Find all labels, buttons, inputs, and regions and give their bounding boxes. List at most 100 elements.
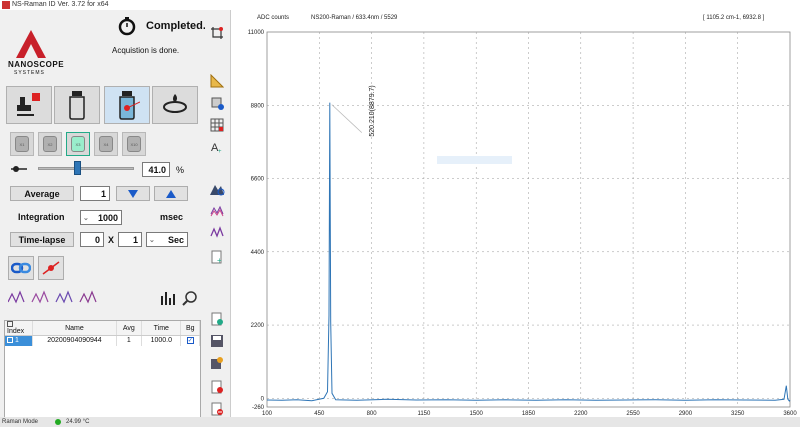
export-icon[interactable] bbox=[209, 356, 225, 370]
table-header-row: Index Name Avg Time Bg bbox=[5, 321, 200, 336]
paint-tool-icon[interactable] bbox=[209, 96, 225, 110]
open-file-icon[interactable] bbox=[209, 312, 225, 326]
row-index: 1 bbox=[14, 337, 19, 345]
y-axis-ticks: -260 0 2200 4400 6600 8800 11000 bbox=[248, 30, 265, 411]
triangle-down-icon bbox=[128, 189, 138, 198]
row-time: 1000.0 bbox=[141, 335, 182, 346]
average-decrement-button[interactable] bbox=[116, 186, 150, 201]
stopwatch-icon bbox=[118, 17, 136, 36]
spectrum-plot-panel: 100 450 800 1150 1500 1850 2200 2550 2900 3250 360… bbox=[230, 10, 800, 417]
average-button[interactable]: Average bbox=[10, 186, 74, 201]
select-all-checkbox[interactable] bbox=[7, 321, 13, 328]
app-icon bbox=[2, 1, 10, 9]
filter-x3[interactable]: X3 bbox=[66, 132, 90, 156]
crop-tool-icon[interactable] bbox=[209, 26, 225, 40]
spectrum-overlay-icon[interactable] bbox=[209, 204, 225, 218]
nanoscope-logo bbox=[16, 30, 46, 58]
chevron-down-icon: ⌄ bbox=[149, 236, 155, 244]
control-panel: Completed. Acquistion is done. NANOSCOPE… bbox=[0, 10, 206, 424]
status-state: Completed. bbox=[146, 20, 206, 32]
sample-vial-button[interactable] bbox=[104, 86, 150, 124]
triangle-up-icon bbox=[166, 189, 176, 198]
power-input[interactable]: 41.0 bbox=[142, 162, 170, 177]
laser-device-icon bbox=[17, 93, 40, 116]
spectrum-average-icon[interactable] bbox=[209, 226, 225, 240]
filter-x10[interactable]: X10 bbox=[122, 132, 146, 156]
integration-input[interactable]: ⌄ 1000 bbox=[80, 210, 122, 225]
ruler-tool-icon[interactable] bbox=[209, 74, 225, 88]
y-tick-label: 2200 bbox=[251, 323, 265, 329]
temperature-readout: 24.99 °C bbox=[66, 419, 90, 425]
title-bar: NS-Raman ID Ver. 3.72 for x64 bbox=[0, 0, 800, 10]
add-spectrum-icon[interactable]: + bbox=[209, 250, 225, 264]
timelapse-interval-input[interactable]: 1 bbox=[118, 232, 142, 247]
laser-device-button[interactable] bbox=[6, 86, 52, 124]
mode-label: Raman Mode bbox=[2, 419, 39, 425]
row-checkbox[interactable] bbox=[7, 337, 13, 344]
delete-spectrum-icon[interactable] bbox=[209, 380, 225, 394]
spectrum-mode-icons[interactable] bbox=[8, 290, 158, 306]
zoom-plot-icon[interactable] bbox=[182, 290, 198, 306]
filter-x4[interactable]: X4 bbox=[94, 132, 118, 156]
status-bar: Raman Mode 24.99 °C bbox=[0, 417, 800, 427]
y-tick-label: -260 bbox=[252, 405, 265, 411]
plot-toolbar: A + + bbox=[205, 10, 230, 417]
text-tool-icon[interactable]: A + bbox=[209, 140, 225, 154]
col-time-header: Time bbox=[141, 321, 182, 336]
clear-all-icon[interactable] bbox=[209, 402, 225, 416]
rotate-stage-icon bbox=[163, 94, 187, 113]
power-slider-thumb[interactable] bbox=[74, 161, 82, 175]
rotate-stage-button[interactable] bbox=[152, 86, 198, 124]
timelapse-count-input[interactable]: 0 bbox=[80, 232, 104, 247]
status-led-icon bbox=[55, 419, 61, 425]
window-title: NS-Raman ID Ver. 3.72 for x64 bbox=[12, 1, 109, 8]
filter-x2[interactable]: X2 bbox=[38, 132, 62, 156]
filter-x1[interactable]: X1 bbox=[10, 132, 34, 156]
power-slider-track[interactable] bbox=[38, 167, 134, 170]
sample-vial-laser-icon bbox=[119, 91, 140, 120]
col-avg-header: Avg bbox=[116, 321, 143, 336]
integration-label: Integration bbox=[18, 212, 65, 222]
power-unit: % bbox=[176, 165, 185, 175]
save-icon[interactable] bbox=[209, 334, 225, 348]
spectrum-chart[interactable]: 100 450 800 1150 1500 1850 2200 2550 2900 3250 360… bbox=[231, 10, 800, 417]
link-button[interactable] bbox=[8, 256, 34, 280]
empty-vial-button[interactable] bbox=[54, 86, 100, 124]
status-message: Acquistion is done. bbox=[112, 46, 180, 55]
timelapse-unit-select[interactable]: ⌄ Sec bbox=[146, 232, 188, 247]
chevron-down-icon: ⌄ bbox=[83, 214, 89, 222]
instrument-info: NS200-Raman / 633.4nm / 5529 bbox=[311, 15, 398, 21]
row-bg-checkbox[interactable]: ✓ bbox=[186, 337, 194, 345]
y-tick-label: 6600 bbox=[251, 177, 265, 183]
laser-beam-icon bbox=[42, 261, 60, 275]
average-increment-button[interactable] bbox=[154, 186, 188, 201]
integration-unit: msec bbox=[160, 212, 184, 222]
col-index-header: Index bbox=[7, 328, 25, 335]
bar-plot-icon[interactable] bbox=[160, 290, 176, 306]
peak-find-icon[interactable] bbox=[209, 182, 225, 196]
svg-text:+: + bbox=[218, 149, 222, 154]
y-tick-label: 0 bbox=[261, 396, 265, 402]
col-name-header: Name bbox=[32, 321, 117, 336]
timelapse-separator: X bbox=[108, 235, 115, 245]
y-tick-label: 8800 bbox=[251, 103, 265, 109]
row-avg: 1 bbox=[116, 335, 143, 346]
laser-fire-button[interactable] bbox=[38, 256, 64, 280]
link-icon bbox=[11, 262, 31, 274]
average-input[interactable]: 1 bbox=[80, 186, 110, 201]
table-row[interactable]: 1 20200904090944 1 1000.0 ✓ bbox=[5, 335, 200, 346]
svg-text:+: + bbox=[217, 256, 222, 264]
time-lapse-button[interactable]: Time-lapse bbox=[10, 232, 74, 247]
peak-annotation: 520.210(8879.7) bbox=[369, 85, 376, 136]
laser-power-icon bbox=[11, 166, 27, 172]
spectrum-table: Index Name Avg Time Bg 1 20200904090944 … bbox=[4, 320, 201, 424]
grid-tool-icon[interactable] bbox=[209, 118, 225, 132]
col-bg-header: Bg bbox=[180, 321, 200, 336]
logo-name: NANOSCOPE bbox=[8, 60, 65, 69]
cursor-readout: [ 1105.2 cm-1, 6932.8 ] bbox=[703, 15, 765, 21]
y-tick-label: 11000 bbox=[248, 30, 265, 36]
logo-sub: SYSTEMS bbox=[14, 70, 45, 76]
row-name: 20200904090944 bbox=[32, 335, 117, 346]
plot-legend-chip[interactable] bbox=[437, 156, 512, 164]
empty-vial-icon bbox=[69, 91, 85, 120]
